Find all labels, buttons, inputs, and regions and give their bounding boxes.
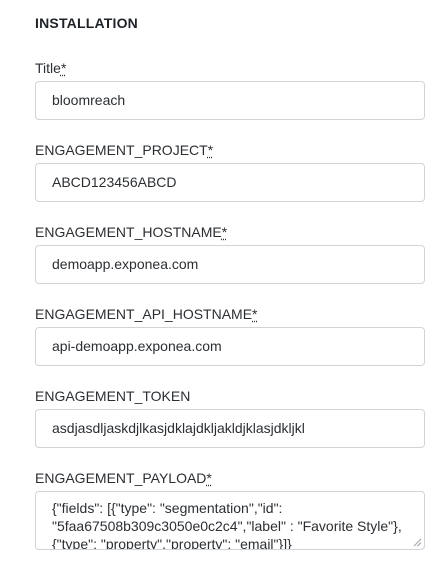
required-marker: *: [206, 470, 212, 486]
field-engagement-hostname: ENGAGEMENT_HOSTNAME* demoapp.exponea.com: [35, 224, 425, 284]
required-marker: *: [252, 306, 258, 322]
engagement-hostname-input[interactable]: demoapp.exponea.com: [35, 245, 425, 284]
required-marker: *: [207, 142, 214, 158]
field-label: ENGAGEMENT_PAYLOAD: [35, 470, 207, 486]
payload-text: {"fields": [{"type": "segmentation","id"…: [52, 500, 402, 550]
engagement-project-input[interactable]: ABCD123456ABCD: [35, 163, 425, 202]
engagement-payload-textarea[interactable]: {"fields": [{"type": "segmentation","id"…: [35, 491, 425, 550]
field-label: Title: [35, 60, 61, 76]
field-engagement-api-hostname: ENGAGEMENT_API_HOSTNAME* api-demoapp.exp…: [35, 306, 425, 366]
required-marker: *: [60, 60, 67, 76]
field-engagement-payload: ENGAGEMENT_PAYLOAD* {"fields": [{"type":…: [35, 470, 425, 550]
field-label: ENGAGEMENT_TOKEN: [35, 388, 191, 404]
installation-form: INSTALLATION Title* bloomreach ENGAGEMEN…: [0, 0, 444, 561]
engagement-api-hostname-input[interactable]: api-demoapp.exponea.com: [35, 327, 425, 366]
title-input[interactable]: bloomreach: [35, 81, 425, 120]
required-marker: *: [221, 224, 228, 240]
field-title: Title* bloomreach: [35, 60, 425, 120]
field-label: ENGAGEMENT_API_HOSTNAME: [35, 306, 253, 322]
field-label: ENGAGEMENT_PROJECT: [35, 142, 208, 158]
engagement-token-input[interactable]: asdjasdljaskdjlkasjdklajdkljakldjklasjdk…: [35, 409, 425, 448]
resize-handle-icon[interactable]: [413, 538, 422, 547]
section-title: INSTALLATION: [35, 15, 138, 31]
field-engagement-token: ENGAGEMENT_TOKEN asdjasdljaskdjlkasjdkla…: [35, 388, 425, 448]
field-label: ENGAGEMENT_HOSTNAME: [35, 224, 222, 240]
field-engagement-project: ENGAGEMENT_PROJECT* ABCD123456ABCD: [35, 142, 425, 202]
